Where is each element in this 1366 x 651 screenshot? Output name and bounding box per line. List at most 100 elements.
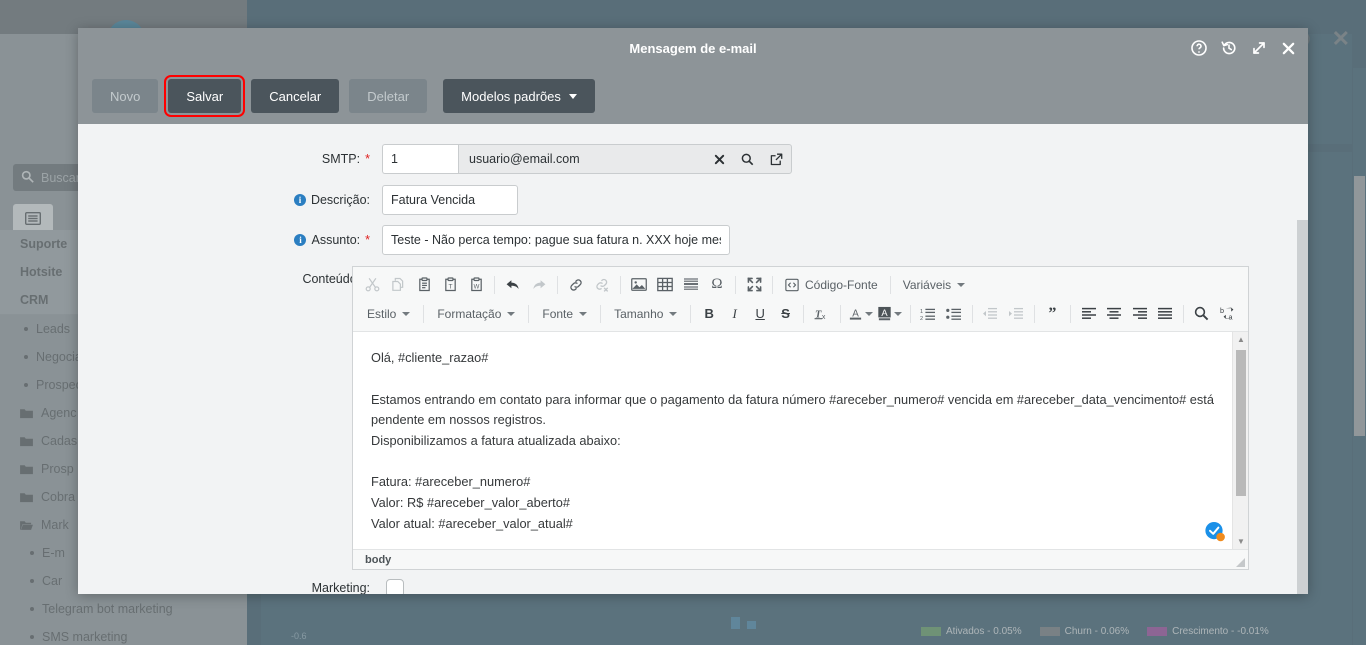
editor-line-fatura: Fatura: #areceber_numero# [371, 472, 1230, 493]
toolbar-separator [494, 276, 495, 294]
italic-icon[interactable]: I [722, 302, 747, 326]
smtp-id-input[interactable] [382, 144, 458, 174]
undo-icon[interactable] [500, 273, 526, 297]
editor-element-path: body [353, 549, 1248, 569]
paste-icon[interactable] [411, 273, 437, 297]
chevron-down-icon [402, 312, 410, 316]
editor-line-valor: Valor: R$ #areceber_valor_aberto# [371, 493, 1230, 514]
link-icon[interactable] [563, 273, 589, 297]
smtp-name-field[interactable]: usuario@email.com [458, 144, 792, 174]
find-icon[interactable] [1189, 302, 1214, 326]
svg-text:1: 1 [920, 309, 923, 315]
chevron-down-icon [569, 94, 577, 99]
maximize-icon[interactable] [741, 273, 767, 297]
toolbar-separator [803, 305, 804, 323]
replace-icon[interactable]: b a [1215, 302, 1242, 326]
chevron-down-icon [579, 312, 587, 316]
required-marker: * [365, 233, 370, 247]
editor-blank-line [371, 369, 1230, 390]
image-icon[interactable] [626, 273, 652, 297]
toolbar-separator [1183, 305, 1184, 323]
dialog-scrollbar[interactable] [1297, 220, 1308, 594]
smtp-field-group: usuario@email.com [382, 144, 792, 174]
editor-content-area[interactable]: Olá, #cliente_razao# Estamos entrando em… [353, 332, 1248, 549]
toolbar-separator [840, 305, 841, 323]
editor-scrollbar-thumb[interactable] [1236, 350, 1246, 496]
toolbar-separator [890, 276, 891, 294]
editor-document[interactable]: Olá, #cliente_razao# Estamos entrando em… [353, 332, 1248, 534]
horizontal-rule-icon[interactable] [678, 273, 704, 297]
editor-line-intro: Estamos entrando em contato para informa… [371, 390, 1230, 431]
assunto-input[interactable] [382, 225, 730, 255]
info-icon[interactable]: i [294, 234, 306, 246]
editor-line-valor-atual: Valor atual: #areceber_valor_atual# [371, 514, 1230, 535]
increase-indent-icon [1003, 302, 1028, 326]
editor-scrollbar[interactable]: ▲ ▼ [1232, 332, 1248, 549]
modelos-padroes-button[interactable]: Modelos padrões [443, 79, 595, 113]
fonte-dropdown[interactable]: Fonte [534, 302, 595, 326]
tamanho-dropdown[interactable]: Tamanho [606, 302, 685, 326]
toolbar-separator [735, 276, 736, 294]
remove-format-icon[interactable]: T x [809, 302, 834, 326]
special-char-icon[interactable]: Ω [704, 273, 730, 297]
toolbar-separator [772, 276, 773, 294]
chevron-down-icon [957, 283, 965, 287]
open-external-icon[interactable] [770, 153, 783, 166]
underline-icon[interactable]: U [747, 302, 772, 326]
editor-toolbar: T W [353, 267, 1248, 332]
tamanho-label: Tamanho [614, 307, 663, 321]
unlink-icon [589, 273, 615, 297]
numbered-list-icon[interactable]: 1 2 [916, 302, 941, 326]
history-icon[interactable] [1221, 40, 1237, 56]
close-icon[interactable] [1281, 41, 1296, 56]
help-icon[interactable] [1191, 40, 1207, 56]
align-left-icon[interactable] [1076, 302, 1101, 326]
marketing-label: Marketing: [278, 576, 370, 594]
smtp-name-value: usuario@email.com [469, 152, 580, 166]
smtp-row: SMTP: * usuario@email.com [278, 144, 848, 174]
strikethrough-icon[interactable]: S [773, 302, 798, 326]
blockquote-icon[interactable]: ” [1040, 302, 1065, 326]
editor-toolbar-row-2: Estilo Formatação Fonte Ta [359, 299, 1242, 328]
toolbar-separator [1034, 305, 1035, 323]
marketing-label-text: Marketing: [312, 581, 370, 594]
justify-icon[interactable] [1153, 302, 1178, 326]
info-icon[interactable]: i [294, 194, 306, 206]
scroll-down-icon[interactable]: ▼ [1233, 534, 1248, 549]
text-color-icon[interactable]: A [846, 302, 875, 326]
paste-word-icon[interactable]: W [463, 273, 489, 297]
background-color-icon[interactable]: A [875, 302, 904, 326]
chevron-down-icon [865, 312, 873, 316]
modelos-padroes-label: Modelos padrões [461, 89, 561, 104]
bulleted-list-icon[interactable] [941, 302, 966, 326]
formatacao-dropdown[interactable]: Formatação [429, 302, 523, 326]
resize-grip-icon[interactable] [1234, 556, 1246, 568]
salvar-button[interactable]: Salvar [168, 79, 241, 113]
bold-icon[interactable]: B [696, 302, 721, 326]
variaveis-dropdown[interactable]: Variáveis [896, 273, 972, 297]
expand-icon[interactable] [1251, 40, 1267, 56]
smtp-field-actions [714, 153, 783, 166]
search-icon[interactable] [741, 153, 754, 166]
assunto-label: i Assunto: * [278, 225, 370, 255]
scroll-up-icon[interactable]: ▲ [1233, 332, 1248, 347]
descricao-input[interactable] [382, 185, 518, 215]
toolbar-separator [972, 305, 973, 323]
element-path-body[interactable]: body [365, 554, 391, 566]
dialog-scrollbar-thumb[interactable] [1297, 220, 1308, 594]
cancelar-button[interactable]: Cancelar [251, 79, 339, 113]
paste-text-icon[interactable]: T [437, 273, 463, 297]
redo-icon [526, 273, 552, 297]
marketing-checkbox[interactable] [386, 579, 404, 594]
spellcheck-badge-icon[interactable] [1204, 521, 1226, 543]
svg-text:a: a [1228, 313, 1232, 321]
table-icon[interactable] [652, 273, 678, 297]
clear-x-icon[interactable] [714, 154, 725, 165]
source-code-button[interactable]: Código-Fonte [778, 273, 885, 297]
align-center-icon[interactable] [1102, 302, 1127, 326]
dialog-header: Mensagem de e-mail [78, 28, 1308, 68]
svg-text:b: b [1220, 306, 1224, 315]
align-right-icon[interactable] [1127, 302, 1152, 326]
estilo-dropdown[interactable]: Estilo [359, 302, 418, 326]
toolbar-separator [910, 305, 911, 323]
